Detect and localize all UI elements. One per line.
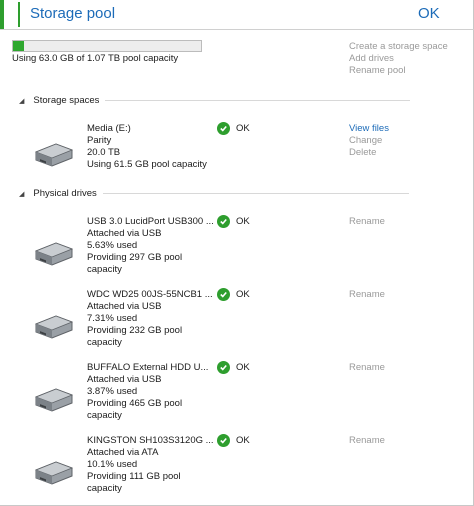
drive-details: KINGSTON SH103S3120G ... Attached via ATA…	[87, 435, 214, 495]
storage-space-details: Media (E:) Parity 20.0 TB Using 61.5 GB …	[87, 123, 207, 171]
status-text: OK	[236, 216, 250, 227]
drive-provided-capacity: Providing 465 GB pool	[87, 398, 183, 409]
status-text: OK	[236, 123, 250, 134]
drive-provided-capacity: Providing 297 GB pool	[87, 252, 183, 263]
drive-connection: Attached via USB	[87, 374, 162, 385]
drive-provided-capacity-cont: capacity	[87, 410, 122, 421]
rename-pool-link[interactable]: Rename pool	[349, 65, 406, 76]
drive-status: OK	[217, 434, 250, 447]
storage-space-resiliency: Parity	[87, 135, 112, 146]
page-title: Storage pool	[30, 5, 116, 22]
drive-details: BUFFALO External HDD U... Attached via US…	[87, 362, 208, 422]
drive-usage: 3.87% used	[87, 386, 138, 397]
hard-drive-icon	[34, 315, 74, 339]
hard-drive-icon	[34, 143, 74, 167]
pool-status-ok[interactable]: OK	[418, 5, 440, 22]
drive-details: USB 3.0 LucidPort USB300 ... Attached via…	[87, 216, 214, 276]
pool-capacity-bar	[12, 40, 202, 52]
drive-usage: 10.1% used	[87, 459, 138, 470]
drive-provided-capacity-cont: capacity	[87, 483, 122, 494]
check-circle-icon	[217, 434, 230, 447]
view-files-link[interactable]: View files	[349, 123, 389, 134]
status-text: OK	[236, 362, 250, 373]
section-divider	[105, 100, 411, 101]
delete-link[interactable]: Delete	[349, 147, 376, 158]
status-text: OK	[236, 289, 250, 300]
check-circle-icon	[217, 122, 230, 135]
drive-provided-capacity-cont: capacity	[87, 264, 122, 275]
header-bar: Storage pool OK	[0, 0, 474, 30]
drive-status: OK	[217, 361, 250, 374]
physical-drives-label: Physical drives	[33, 188, 97, 199]
hard-drive-icon	[34, 242, 74, 266]
section-divider	[102, 193, 409, 194]
drive-name: BUFFALO External HDD U...	[87, 362, 209, 373]
check-circle-icon	[217, 215, 230, 228]
drive-connection: Attached via USB	[87, 228, 162, 239]
drive-usage: 5.63% used	[87, 240, 138, 251]
rename-drive-link[interactable]: Rename	[349, 435, 385, 446]
pool-capacity-text: Using 63.0 GB of 1.07 TB pool capacity	[12, 53, 179, 64]
drive-details: WDC WD25 00JS-55NCB1 ... Attached via USB…	[87, 289, 213, 349]
drive-connection: Attached via USB	[87, 301, 162, 312]
storage-space-usage: Using 61.5 GB pool capacity	[87, 159, 207, 170]
drive-name: KINGSTON SH103S3120G ...	[87, 435, 214, 446]
pool-capacity-fill	[13, 41, 25, 51]
drive-name: WDC WD25 00JS-55NCB1 ...	[87, 289, 213, 300]
add-drives-link[interactable]: Add drives	[349, 53, 394, 64]
drive-connection: Attached via ATA	[87, 447, 159, 458]
header-accent-marker	[18, 2, 20, 27]
storage-spaces-label: Storage spaces	[33, 95, 100, 106]
create-storage-space-link[interactable]: Create a storage space	[349, 41, 448, 52]
rename-drive-link[interactable]: Rename	[349, 216, 385, 227]
status-text: OK	[236, 435, 250, 446]
drive-name: USB 3.0 LucidPort USB300 ...	[87, 216, 214, 227]
drive-status: OK	[217, 215, 250, 228]
collapse-triangle-icon[interactable]: ◢	[19, 190, 24, 198]
rename-drive-link[interactable]: Rename	[349, 362, 385, 373]
storage-space-name: Media (E:)	[87, 123, 131, 134]
check-circle-icon	[217, 361, 230, 374]
check-circle-icon	[217, 288, 230, 301]
collapse-triangle-icon[interactable]: ◢	[19, 97, 24, 105]
drive-provided-capacity: Providing 111 GB pool	[87, 471, 181, 482]
change-link[interactable]: Change	[349, 135, 382, 146]
hard-drive-icon	[34, 461, 74, 485]
drive-provided-capacity-cont: capacity	[87, 337, 122, 348]
drive-status: OK	[217, 288, 250, 301]
drive-provided-capacity: Providing 232 GB pool	[87, 325, 183, 336]
storage-space-status: OK	[217, 122, 250, 135]
storage-spaces-header[interactable]: ◢ Storage spaces	[19, 95, 411, 106]
rename-drive-link[interactable]: Rename	[349, 289, 385, 300]
drive-usage: 7.31% used	[87, 313, 138, 324]
physical-drives-header[interactable]: ◢ Physical drives	[19, 188, 409, 199]
header-accent	[0, 0, 4, 29]
storage-space-size: 20.0 TB	[87, 147, 121, 158]
hard-drive-icon	[34, 388, 74, 412]
